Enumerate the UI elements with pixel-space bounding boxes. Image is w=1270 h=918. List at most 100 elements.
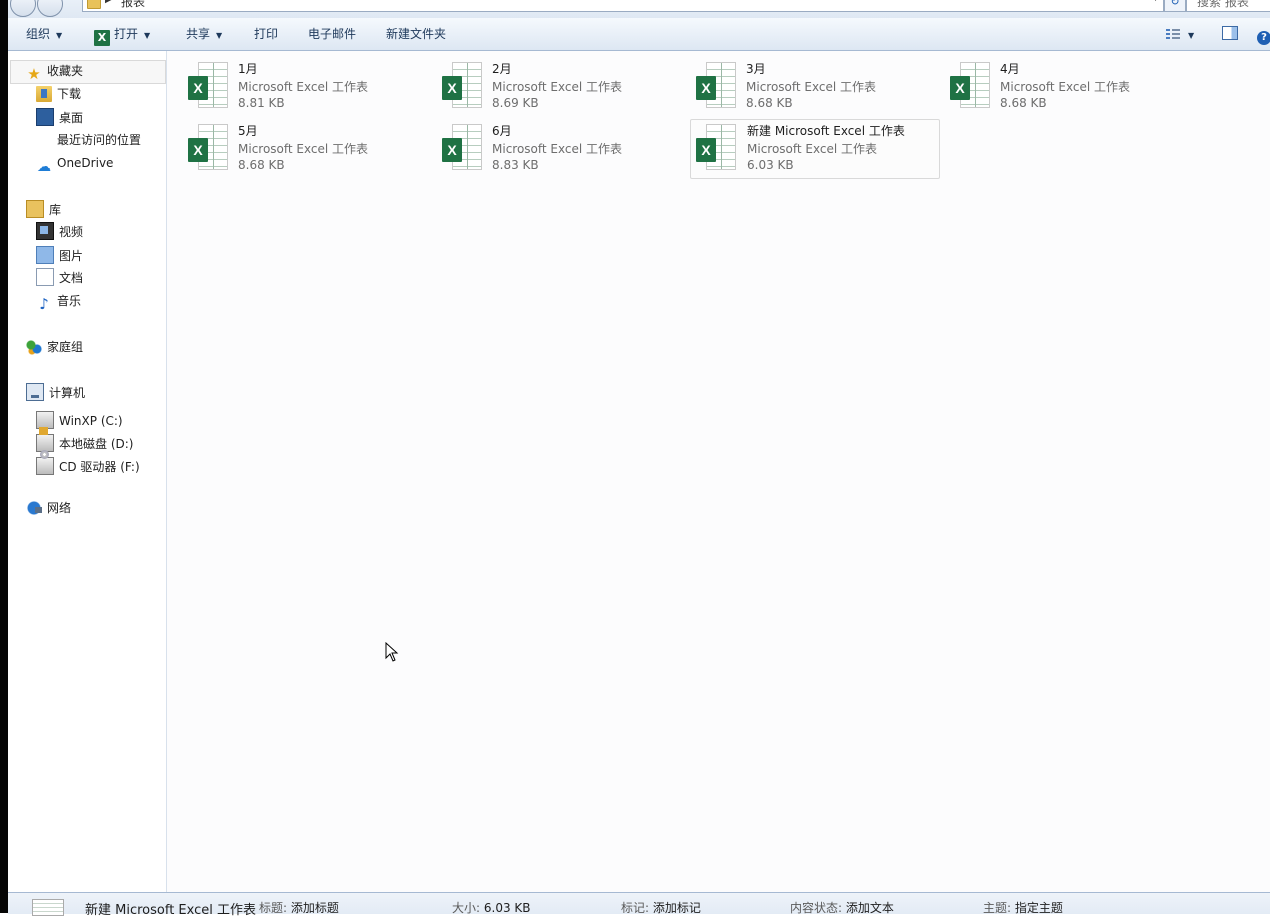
forward-button[interactable]	[37, 0, 63, 17]
nav-label: 网络	[47, 501, 72, 515]
preview-pane-button[interactable]	[1222, 18, 1238, 50]
file-name: 3月	[746, 62, 766, 76]
details-subject[interactable]: 主题: 指定主题	[983, 899, 1063, 916]
homegroup-icon	[26, 339, 42, 355]
nav-label: 家庭组	[47, 340, 84, 354]
excel-file-icon: X	[188, 62, 228, 108]
nav-label: 音乐	[57, 294, 82, 308]
file-size: 8.81 KB	[238, 96, 285, 110]
navigation-pane: ★ 收藏夹 下载 桌面 最近访问的位置 ☁ OneDrive 库 视频 图片 文档 …	[8, 51, 167, 892]
file-size: 8.83 KB	[492, 158, 539, 172]
file-size: 8.69 KB	[492, 96, 539, 110]
file-tile-selected[interactable]: X 新建 Microsoft Excel 工作表 Microsoft Excel…	[690, 119, 940, 179]
help-button[interactable]: ?	[1257, 18, 1270, 50]
document-icon	[36, 268, 54, 286]
open-button[interactable]: X 打开 ▼	[94, 18, 150, 50]
search-placeholder: 搜索 报表	[1197, 0, 1249, 9]
print-button[interactable]: 打印	[254, 18, 278, 50]
nav-favorites[interactable]: ★ 收藏夹	[26, 60, 83, 82]
network-icon	[26, 500, 42, 516]
back-button[interactable]	[10, 0, 36, 17]
nav-computer[interactable]: 计算机	[26, 382, 85, 404]
nav-drive-d[interactable]: 本地磁盘 (D:)	[36, 427, 134, 452]
details-content-status[interactable]: 内容状态: 添加文本	[790, 899, 894, 916]
details-size: 大小: 6.03 KB	[452, 899, 531, 916]
address-dropdown-icon[interactable]: ▼	[1152, 0, 1159, 3]
nav-drive-c[interactable]: WinXP (C:)	[36, 405, 123, 429]
library-icon	[26, 200, 44, 218]
desktop-icon	[36, 108, 54, 126]
star-icon: ★	[27, 65, 41, 83]
nav-libraries[interactable]: 库	[26, 198, 61, 220]
breadcrumb-arrow-icon[interactable]: ▶	[105, 0, 113, 5]
refresh-button[interactable]: ↻	[1164, 0, 1186, 12]
search-input[interactable]: 搜索 报表	[1186, 0, 1270, 12]
file-type: Microsoft Excel 工作表	[492, 142, 623, 156]
file-name: 6月	[492, 124, 512, 138]
change-view-button[interactable]: ▼	[1166, 18, 1194, 50]
nav-drive-f[interactable]: CD 驱动器 (F:)	[36, 450, 140, 475]
cloud-icon: ☁	[37, 159, 51, 175]
file-name: 5月	[238, 124, 258, 138]
view-options-icon	[1166, 28, 1180, 40]
nav-onedrive[interactable]: ☁ OneDrive	[36, 152, 114, 175]
nav-label: 文档	[59, 271, 84, 285]
excel-file-icon: X	[696, 124, 736, 170]
file-tile[interactable]: X 5月 Microsoft Excel 工作表 8.68 KB	[188, 120, 438, 178]
breadcrumb[interactable]: 报表	[121, 0, 145, 10]
nav-label: 本地磁盘 (D:)	[59, 437, 134, 451]
cd-drive-icon	[36, 450, 54, 475]
command-bar: 组织 ▼ X 打开 ▼ 共享 ▼ 打印 电子邮件 新建文件夹 ▼ ?	[8, 18, 1270, 51]
file-type: Microsoft Excel 工作表	[492, 80, 623, 94]
excel-file-icon: X	[442, 124, 482, 170]
organize-label: 组织	[26, 27, 51, 41]
new-folder-button[interactable]: 新建文件夹	[386, 18, 446, 50]
nav-label: 收藏夹	[47, 64, 84, 78]
file-tile[interactable]: X 1月 Microsoft Excel 工作表 8.81 KB	[188, 58, 438, 116]
file-tile[interactable]: X 2月 Microsoft Excel 工作表 8.69 KB	[442, 58, 692, 116]
preview-pane-icon	[1222, 26, 1238, 40]
excel-file-icon: X	[188, 124, 228, 170]
file-type: Microsoft Excel 工作表	[238, 142, 369, 156]
chevron-down-icon: ▼	[216, 31, 223, 40]
address-bar-strip: ▶ 报表 ▼ ↻ 搜索 报表	[8, 0, 1270, 18]
excel-icon: X	[94, 30, 110, 46]
nav-music[interactable]: ♪ 音乐	[36, 290, 81, 312]
organize-button[interactable]: 组织 ▼	[26, 18, 62, 50]
nav-label: CD 驱动器 (F:)	[59, 460, 140, 474]
file-name: 4月	[1000, 62, 1020, 76]
nav-label: OneDrive	[57, 156, 114, 170]
music-note-icon: ♪	[39, 295, 49, 313]
details-title[interactable]: 标题: 添加标题	[259, 899, 339, 916]
nav-documents[interactable]: 文档	[36, 267, 83, 289]
file-name: 新建 Microsoft Excel 工作表	[747, 124, 905, 138]
nav-recent-places[interactable]: 最近访问的位置	[57, 129, 143, 151]
file-tile[interactable]: X 4月 Microsoft Excel 工作表 8.68 KB	[950, 58, 1200, 116]
file-tile[interactable]: X 6月 Microsoft Excel 工作表 8.83 KB	[442, 120, 692, 178]
nav-label: 库	[49, 203, 62, 217]
nav-label: 最近访问的位置	[57, 133, 142, 147]
file-type: Microsoft Excel 工作表	[746, 80, 877, 94]
details-tags[interactable]: 标记: 添加标记	[621, 899, 701, 916]
nav-homegroup[interactable]: 家庭组	[26, 336, 83, 358]
email-button[interactable]: 电子邮件	[308, 18, 356, 50]
video-icon	[36, 222, 54, 240]
nav-pictures[interactable]: 图片	[36, 244, 83, 266]
file-tile[interactable]: X 3月 Microsoft Excel 工作表 8.68 KB	[696, 58, 946, 116]
nav-desktop[interactable]: 桌面	[36, 106, 83, 128]
nav-network[interactable]: 网络	[26, 497, 71, 519]
file-list[interactable]: X 1月 Microsoft Excel 工作表 8.81 KB X 2月 Mi…	[167, 51, 1270, 892]
share-button[interactable]: 共享 ▼	[186, 18, 222, 50]
nav-videos[interactable]: 视频	[36, 221, 83, 243]
downloads-folder-icon	[36, 86, 52, 102]
open-label: 打开	[114, 27, 139, 41]
address-bar[interactable]: ▶ 报表 ▼	[82, 0, 1164, 12]
chevron-down-icon: ▼	[144, 31, 151, 40]
excel-file-icon	[32, 899, 64, 916]
nav-downloads[interactable]: 下载	[36, 83, 81, 105]
chevron-down-icon: ▼	[1188, 31, 1195, 40]
picture-icon	[36, 246, 54, 264]
file-size: 8.68 KB	[746, 96, 793, 110]
excel-file-icon: X	[950, 62, 990, 108]
file-size: 8.68 KB	[238, 158, 285, 172]
